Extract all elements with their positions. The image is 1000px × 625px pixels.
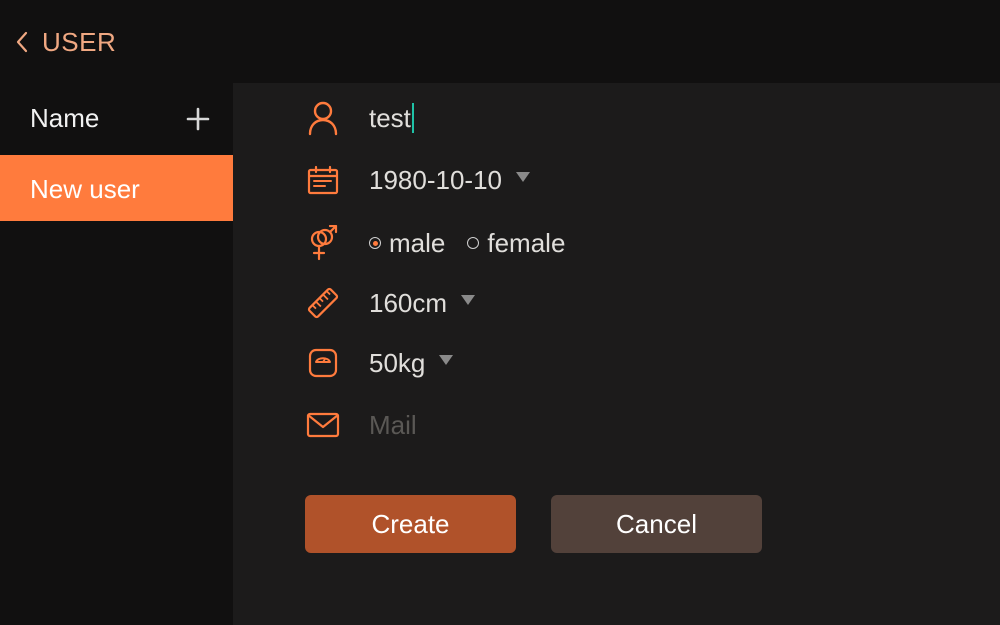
sidebar-item-label: New user	[30, 174, 140, 204]
gender-radio-group: male female	[369, 228, 565, 259]
name-field[interactable]: test	[369, 103, 414, 134]
radio-male[interactable]: male	[369, 228, 445, 259]
envelope-icon	[303, 405, 343, 445]
name-row: test	[303, 96, 414, 140]
height-dropdown[interactable]: 160cm	[369, 287, 476, 319]
scale-icon	[303, 343, 343, 383]
sidebar-item-new-user[interactable]: New user	[0, 155, 233, 221]
weight-row: 50kg	[303, 341, 454, 385]
calendar-icon	[303, 160, 343, 200]
mail-field-wrapper	[369, 409, 669, 441]
birthday-dropdown[interactable]: 1980-10-10	[369, 165, 530, 196]
birthday-value: 1980-10-10	[369, 164, 502, 195]
height-value: 160cm	[369, 287, 448, 318]
back-button[interactable]: USER	[14, 22, 116, 62]
radio-checked-icon	[369, 237, 381, 249]
gender-icon	[303, 223, 343, 263]
sidebar: Name New user	[0, 83, 233, 625]
user-form: test 1980-10-10 male female 160cm 50kg M…	[233, 83, 1000, 625]
text-caret	[411, 103, 414, 133]
ruler-icon	[303, 283, 343, 323]
height-row: 160cm	[303, 281, 476, 325]
radio-female[interactable]: female	[467, 228, 565, 259]
page-title: USER	[42, 26, 117, 57]
weight-dropdown[interactable]: 50kg	[369, 347, 454, 379]
cancel-button[interactable]: Cancel	[551, 495, 762, 553]
gender-row: male female	[303, 221, 565, 265]
birthday-row: 1980-10-10	[303, 158, 530, 202]
dropdown-arrow-icon	[439, 355, 454, 365]
add-user-button[interactable]	[184, 105, 212, 133]
radio-unchecked-icon	[467, 237, 480, 249]
name-value: test	[369, 102, 411, 133]
weight-value: 50kg	[369, 347, 426, 378]
dropdown-arrow-icon	[516, 172, 530, 182]
radio-male-label: male	[389, 227, 446, 258]
radio-female-label: female	[487, 227, 566, 258]
plus-icon	[184, 107, 212, 137]
person-icon	[303, 98, 343, 138]
dropdown-arrow-icon	[461, 295, 476, 305]
sidebar-title: Name	[30, 103, 100, 133]
create-button[interactable]: Create	[305, 495, 516, 553]
mail-row	[303, 403, 669, 447]
header-bar: USER	[0, 0, 1000, 83]
chevron-left-icon	[14, 30, 30, 54]
mail-input[interactable]	[369, 409, 669, 441]
app-window: USER Name New user test 1980-10-10 male …	[0, 0, 1000, 625]
sidebar-header: Name	[0, 83, 233, 155]
